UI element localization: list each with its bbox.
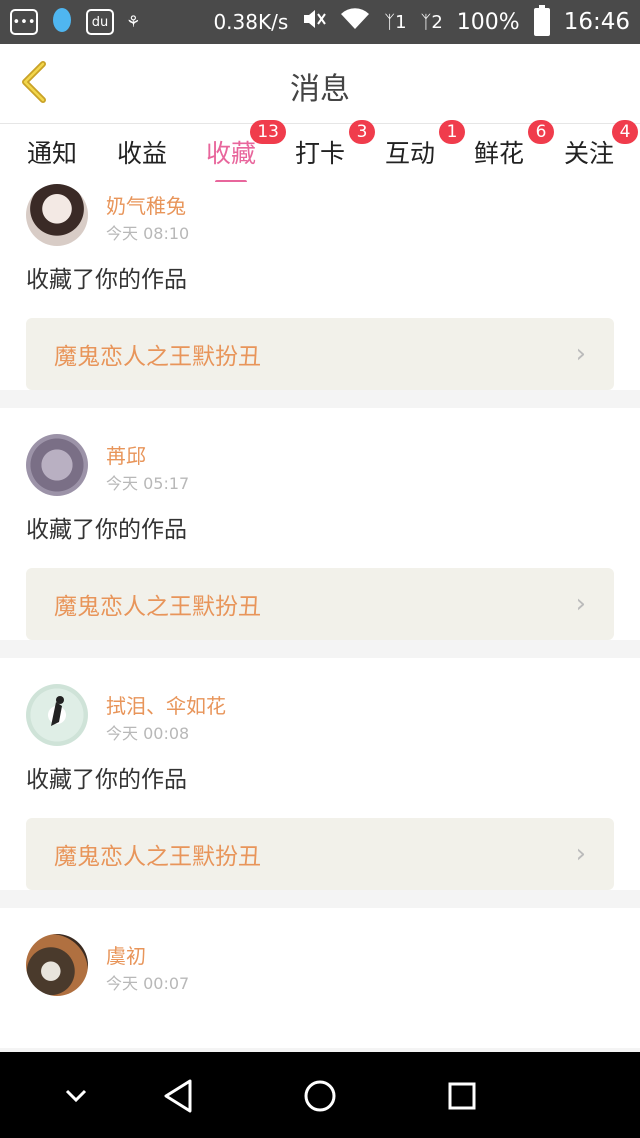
chevron-down-icon [65,1089,87,1103]
tab-interaction[interactable]: 互动 1 [384,120,466,170]
wifi-icon [340,8,370,36]
clock: 16:46 [563,9,630,35]
signal-icon: ᛉ2 [420,11,443,33]
avatar[interactable] [26,434,88,496]
timestamp: 今天 05:17 [106,474,190,493]
header: 消息 [0,44,640,124]
sim1-label: 1 [395,11,407,33]
avatar-figure [51,696,64,726]
recents-button[interactable] [442,1076,482,1116]
username[interactable]: 拭泪、伞如花 [106,690,226,719]
sim2-label: 2 [431,11,443,33]
avatar[interactable] [26,684,88,746]
work-title: 魔鬼恋人之王默扮丑 [54,844,261,870]
list-item: 奶气稚兔 今天 08:10 收藏了你的作品 魔鬼恋人之王默扮丑 › [0,182,640,390]
home-button[interactable] [300,1076,340,1116]
triangle-back-icon [164,1079,192,1113]
tab-bar: 通知 收益 收藏 13 打卡 3 互动 1 鲜花 6 关注 4 [0,120,640,184]
tab-label: 鲜花 [473,139,525,168]
avatar[interactable] [26,184,88,246]
message-icon: ••• [10,9,38,35]
timestamp: 今天 00:07 [106,974,190,993]
username[interactable]: 虞初 [106,940,146,969]
status-bar: ••• du ⚘ 0.38K/s ᛉ1 ᛉ2 100% 16:46 [0,0,640,44]
timestamp: 今天 00:08 [106,724,190,743]
baidu-paw-icon: du [86,9,114,35]
circle-home-icon [304,1080,336,1112]
tab-label: 收益 [116,139,168,168]
tab-label: 关注 [563,139,615,168]
action-text: 收藏了你的作品 [26,767,187,793]
action-text: 收藏了你的作品 [26,517,187,543]
tab-label: 通知 [26,139,78,168]
timestamp: 今天 08:10 [106,224,190,243]
chevron-right-icon: › [575,589,586,619]
app-icon: ⚘ [126,12,141,31]
chevron-right-icon: › [575,839,586,869]
square-recents-icon [448,1082,476,1110]
tab-badge: 3 [349,120,376,144]
mute-icon [302,8,327,36]
signal-icon: ᛉ1 [384,11,407,33]
tab-label: 打卡 [294,139,346,168]
action-text: 收藏了你的作品 [26,267,187,293]
page-title: 消息 [290,72,350,107]
list-item: 拭泪、伞如花 今天 00:08 收藏了你的作品 魔鬼恋人之王默扮丑 › [0,658,640,890]
tab-flowers[interactable]: 鲜花 6 [473,120,555,170]
network-speed: 0.38K/s [213,10,289,34]
system-nav-bar [0,1052,640,1138]
hide-keyboard-button[interactable] [56,1076,96,1116]
work-link[interactable]: 魔鬼恋人之王默扮丑 › [26,818,614,890]
chevron-right-icon: › [575,339,586,369]
battery-percent: 100% [456,9,520,35]
tab-label: 收藏 [205,139,257,168]
message-list[interactable]: 奶气稚兔 今天 08:10 收藏了你的作品 魔鬼恋人之王默扮丑 › 苒邱 今天 … [0,182,640,1052]
tab-badge: 1 [439,120,466,144]
tab-follow[interactable]: 关注 4 [563,120,639,170]
tab-notifications[interactable]: 通知 [27,134,77,170]
tab-badge: 13 [250,120,287,144]
avatar[interactable] [26,934,88,996]
tab-label: 互动 [384,139,436,168]
tab-badge: 4 [612,120,639,144]
tab-badge: 6 [528,120,555,144]
list-item: 苒邱 今天 05:17 收藏了你的作品 魔鬼恋人之王默扮丑 › [0,408,640,640]
back-nav-button[interactable] [158,1076,198,1116]
username[interactable]: 奶气稚兔 [106,190,186,219]
battery-icon [533,5,550,36]
tab-checkin[interactable]: 打卡 3 [294,120,376,170]
work-title: 魔鬼恋人之王默扮丑 [54,594,261,620]
list-item: 虞初 今天 00:07 [0,908,640,1048]
work-link[interactable]: 魔鬼恋人之王默扮丑 › [26,568,614,640]
work-link[interactable]: 魔鬼恋人之王默扮丑 › [26,318,614,390]
username[interactable]: 苒邱 [106,440,146,469]
qq-penguin-icon [50,6,74,39]
tab-earnings[interactable]: 收益 [117,134,167,170]
tab-favorites[interactable]: 收藏 13 [205,120,287,184]
work-title: 魔鬼恋人之王默扮丑 [54,344,261,370]
